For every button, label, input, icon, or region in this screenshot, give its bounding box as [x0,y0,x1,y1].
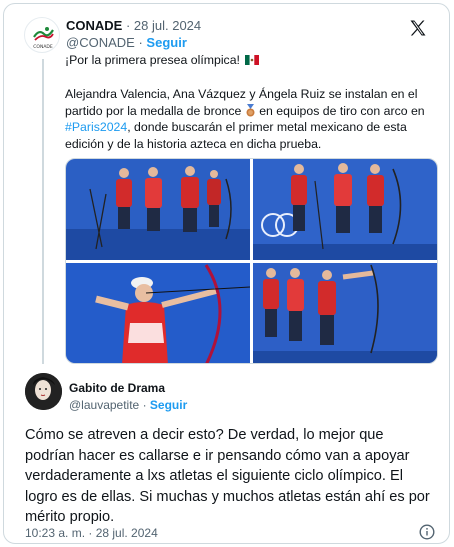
bronze-medal-icon [246,103,255,117]
follow-reply-author-button[interactable]: Seguir [150,398,187,412]
quoted-text-part2: en equipos de tiro con arco en [255,103,425,118]
quoted-text-headline: ¡Por la primera presea olímpica! [65,53,240,67]
mexico-flag-icon [245,55,260,65]
photo-team-archers-1-image [66,159,250,260]
quoted-tweet-header: CONADE CONADE · 28 jul. 2024 @CONADE · S… [24,16,434,56]
hashtag-paris2024-link[interactable]: #Paris2024 [65,120,127,134]
separator-dot: · [142,398,147,412]
photo-archer-aiming-image [66,263,250,363]
reply-handle-line: @lauvapetite · Seguir [69,398,187,412]
quoted-tweet-text-body: Alejandra Valencia, Ana Vázquez y Ángela… [65,86,443,152]
quoted-author-name[interactable]: CONADE [66,18,122,33]
quoted-handle-line: @CONADE · Seguir [66,35,187,50]
avatar-portrait-icon [25,373,62,410]
thread-connector-line [42,59,44,364]
media-grid [65,158,438,364]
quoted-author-handle[interactable]: @CONADE [66,35,135,50]
quoted-tweet-date[interactable]: · 28 jul. 2024 [126,18,201,33]
tweet-card: CONADE CONADE · 28 jul. 2024 @CONADE · S… [3,3,450,544]
reply-timestamp[interactable]: 10:23 a. m. · 28 jul. 2024 [25,526,158,540]
photo-team-archers-1[interactable] [66,159,250,260]
info-icon[interactable] [419,524,435,540]
photo-team-archers-2-image [253,159,437,260]
conade-avatar[interactable]: CONADE [24,17,60,53]
reply-author-handle[interactable]: @lauvapetite [69,398,139,412]
reply-tweet-text: Cómo se atreven a decir esto? De verdad,… [25,427,430,525]
quoted-tweet-text-line1: ¡Por la primera presea olímpica! [65,52,443,69]
follow-conade-button[interactable]: Seguir [146,35,186,50]
photo-team-archers-3-image [253,263,437,363]
x-logo-icon[interactable] [408,18,428,38]
reply-author-avatar[interactable] [25,373,62,410]
photo-team-archers-2[interactable] [253,159,437,260]
conade-avatar-label: CONADE [33,44,53,50]
separator-dot: · [138,35,143,50]
photo-archer-aiming[interactable] [66,263,250,363]
conade-logo-icon: CONADE [33,27,54,50]
photo-team-archers-3[interactable] [253,263,437,363]
quoted-author-line: CONADE · 28 jul. 2024 [66,18,201,33]
reply-author-name[interactable]: Gabito de Drama [69,381,165,395]
